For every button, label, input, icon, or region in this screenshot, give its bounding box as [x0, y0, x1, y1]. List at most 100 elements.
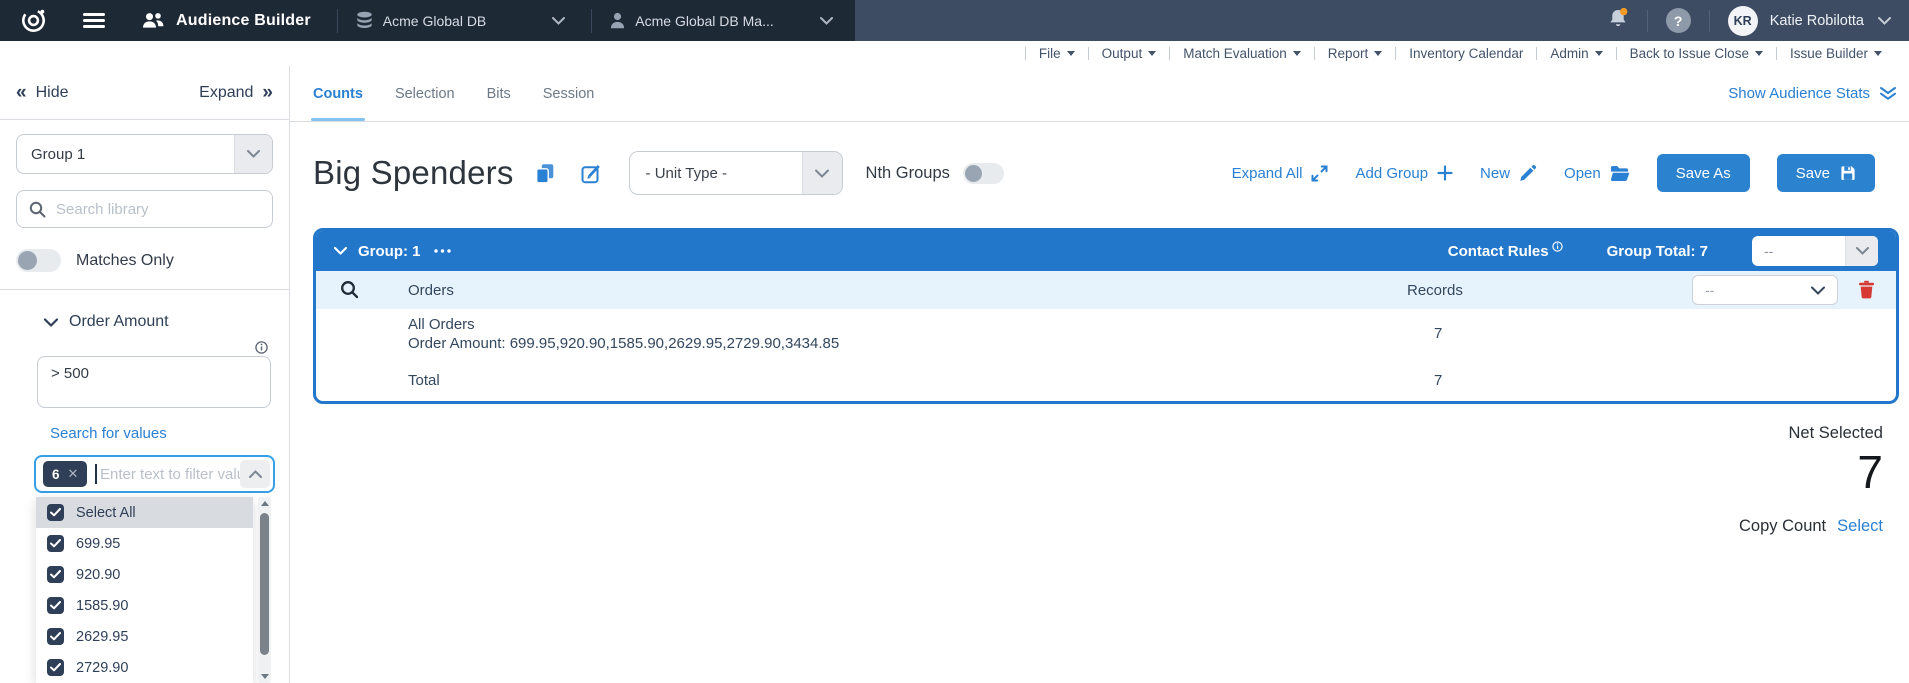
tabs-row: Counts Selection Bits Session Show Audie… [290, 66, 1909, 122]
group-logic-select[interactable]: -- [1752, 236, 1878, 266]
total-row: Total 7 [316, 363, 1896, 401]
library-search-box [16, 190, 273, 228]
menubar-item-output[interactable]: Output [1089, 46, 1170, 61]
notification-badge [1620, 8, 1627, 15]
delete-row-button[interactable] [1858, 280, 1875, 304]
group-options-ellipsis[interactable] [434, 249, 452, 253]
column-header-orders: Orders [408, 282, 454, 299]
menubar-item-issue-builder[interactable]: Issue Builder [1777, 46, 1895, 61]
value-option[interactable]: 2729.90 [36, 652, 253, 683]
value-option[interactable]: 920.90 [36, 559, 253, 590]
info-icon[interactable] [255, 341, 268, 354]
top-navbar: Audience Builder Acme Global DB [0, 0, 1909, 41]
select-chevron-button[interactable] [234, 135, 272, 173]
contact-rules-link[interactable]: Contact Rules [1448, 243, 1563, 260]
tab-session[interactable]: Session [543, 66, 595, 121]
hamburger-menu-button[interactable] [83, 10, 105, 31]
value-filter-field[interactable]: 6 ✕ [34, 455, 275, 493]
checkbox-checked[interactable] [47, 597, 64, 614]
expand-all-button[interactable]: Expand All [1232, 165, 1329, 182]
sidebar-expand-button[interactable]: Expand » [199, 83, 273, 102]
tab-counts[interactable]: Counts [313, 66, 363, 121]
topbar-divider [1709, 10, 1710, 32]
save-as-button[interactable]: Save As [1657, 154, 1750, 192]
select-link[interactable]: Select [1837, 517, 1883, 536]
menubar-item-report[interactable]: Report [1315, 46, 1396, 61]
copy-audience-button[interactable] [535, 163, 555, 184]
checkbox-checked[interactable] [47, 504, 64, 521]
topbar-divider [337, 9, 338, 33]
nth-groups-toggle[interactable] [963, 163, 1004, 184]
database-icon [356, 11, 373, 30]
checkbox-checked[interactable] [47, 566, 64, 583]
value-filter-input[interactable] [97, 466, 240, 483]
user-name: Katie Robilotta [1770, 13, 1864, 29]
checkbox-checked[interactable] [47, 535, 64, 552]
edit-icon [581, 163, 602, 184]
topbar-left-section: Audience Builder Acme Global DB [0, 0, 855, 41]
chip-remove-icon[interactable]: ✕ [68, 466, 79, 482]
save-button[interactable]: Save [1777, 154, 1875, 192]
new-button[interactable]: New [1480, 164, 1537, 182]
menubar-item-file[interactable]: File [1026, 46, 1088, 61]
list-scrollbar[interactable] [258, 497, 271, 683]
group-logic-value: -- [1764, 243, 1773, 259]
floppy-disk-icon [1840, 165, 1856, 181]
double-chevron-down-icon [1879, 86, 1897, 101]
menubar-item-back-to-issue-close[interactable]: Back to Issue Close [1617, 46, 1776, 61]
mailer-selector[interactable]: Acme Global DB Ma... [610, 12, 833, 29]
summary-panel: Net Selected 7 Copy Count Select [290, 404, 1909, 536]
menubar-item-admin[interactable]: Admin [1537, 46, 1615, 61]
select-chevron-button[interactable] [802, 152, 842, 194]
show-audience-stats-link[interactable]: Show Audience Stats [1728, 85, 1897, 102]
sidebar-hide-button[interactable]: « Hide [16, 83, 68, 102]
pencil-icon [1519, 164, 1537, 182]
checkbox-checked[interactable] [47, 659, 64, 676]
group-1-section: Group: 1 Contact Rules Group Total: 7 -- [313, 228, 1899, 404]
help-button[interactable]: ? [1666, 8, 1691, 33]
database-selector[interactable]: Acme Global DB [356, 11, 565, 30]
table-header-row: Orders Records -- [316, 271, 1896, 309]
chevron-down-icon [552, 17, 565, 25]
row-logic-select[interactable]: -- [1692, 275, 1838, 305]
table-search-icon[interactable] [340, 280, 359, 304]
add-group-button[interactable]: Add Group [1355, 165, 1453, 182]
edit-audience-button[interactable] [581, 163, 602, 184]
group-select[interactable]: Group 1 [16, 134, 273, 174]
unit-type-select[interactable]: - Unit Type - [629, 151, 843, 195]
avatar[interactable]: KR [1728, 6, 1758, 36]
checkbox-checked[interactable] [47, 628, 64, 645]
tab-selection[interactable]: Selection [395, 66, 455, 121]
menubar-item-inventory-calendar[interactable]: Inventory Calendar [1396, 46, 1536, 61]
search-for-values-link[interactable]: Search for values [50, 425, 167, 442]
table-row[interactable]: All Orders Order Amount: 699.95,920.90,1… [316, 309, 1896, 363]
value-option[interactable]: 699.95 [36, 528, 253, 559]
order-amount-section-toggle[interactable]: Order Amount [44, 313, 273, 331]
open-button[interactable]: Open [1564, 165, 1630, 182]
collapse-left-icon: « [16, 83, 27, 102]
value-option-select-all[interactable]: Select All [36, 497, 253, 528]
library-search-input[interactable] [56, 201, 260, 218]
tab-bits[interactable]: Bits [487, 66, 511, 121]
option-label: 2729.90 [76, 660, 128, 676]
matches-only-label: Matches Only [76, 252, 174, 270]
scroll-thumb[interactable] [260, 513, 269, 655]
collapse-dropdown-button[interactable] [240, 460, 270, 488]
notification-bell-button[interactable] [1608, 7, 1629, 34]
value-option[interactable]: 1585.90 [36, 590, 253, 621]
scroll-down-arrow[interactable] [261, 674, 269, 679]
main-content: Counts Selection Bits Session Show Audie… [290, 66, 1909, 683]
menubar-item-match-evaluation[interactable]: Match Evaluation [1170, 46, 1314, 61]
value-option[interactable]: 2629.95 [36, 621, 253, 652]
option-label: 699.95 [76, 536, 120, 552]
user-menu-chevron-icon[interactable] [1878, 17, 1891, 25]
matches-only-toggle[interactable] [16, 249, 61, 272]
app-title: Audience Builder [176, 12, 311, 30]
option-label: 2629.95 [76, 629, 128, 645]
scroll-up-arrow[interactable] [261, 501, 269, 506]
option-label: 1585.90 [76, 598, 128, 614]
group-collapse-chevron[interactable] [334, 247, 347, 255]
select-chevron-button[interactable] [1845, 236, 1878, 266]
criteria-value-box[interactable]: > 500 [37, 356, 271, 408]
chevron-down-icon [820, 17, 833, 25]
